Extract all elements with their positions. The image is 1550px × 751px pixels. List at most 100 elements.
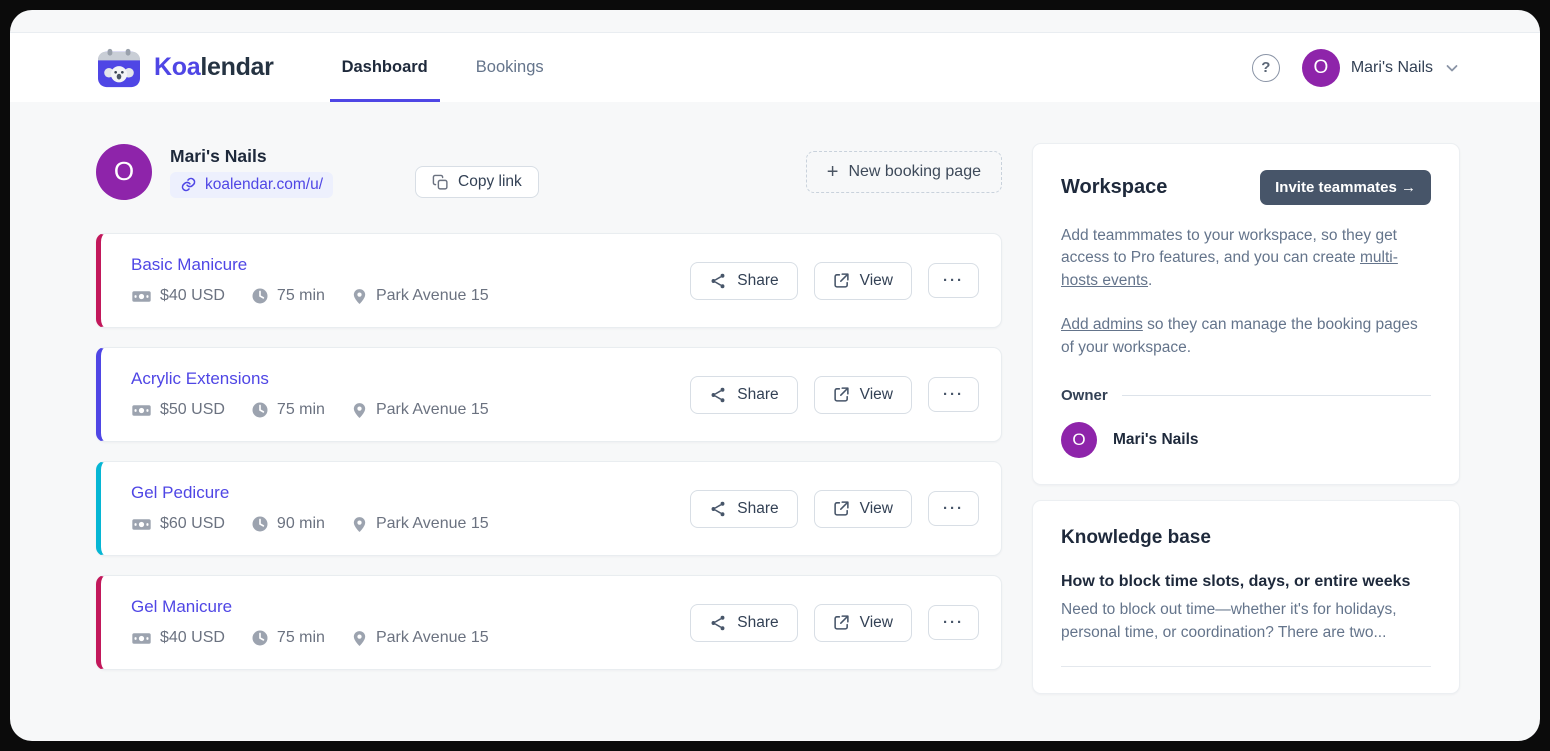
booking-page-meta: $40 USD 75 min Park Avenue 15 bbox=[131, 286, 489, 307]
workspace-name: Mari's Nails bbox=[170, 146, 333, 167]
booking-page-actions: Share View ··· bbox=[690, 604, 979, 642]
koala-calendar-icon bbox=[96, 47, 142, 89]
booking-pages-column: O Mari's Nails koalendar.com/u/ bbox=[96, 143, 1002, 689]
external-link-icon bbox=[833, 386, 850, 403]
view-button[interactable]: View bbox=[814, 490, 912, 528]
external-link-icon bbox=[833, 500, 850, 517]
booking-page-info: Gel Pedicure $60 USD 90 min Park Avenue … bbox=[131, 483, 489, 535]
topbar-right: ? O Mari's Nails bbox=[1252, 33, 1460, 102]
account-avatar: O bbox=[1302, 49, 1340, 87]
location-item: Park Avenue 15 bbox=[351, 629, 489, 648]
location-item: Park Avenue 15 bbox=[351, 515, 489, 534]
booking-page-title[interactable]: Basic Manicure bbox=[131, 255, 247, 275]
share-icon bbox=[709, 614, 727, 632]
booking-page-title[interactable]: Gel Manicure bbox=[131, 597, 232, 617]
more-options-button[interactable]: ··· bbox=[928, 263, 979, 298]
duration-item: 75 min bbox=[251, 629, 325, 647]
price-item: $50 USD bbox=[131, 400, 225, 421]
location-item: Park Avenue 15 bbox=[351, 401, 489, 420]
owner-avatar: O bbox=[1061, 422, 1097, 458]
kb-article-divider bbox=[1061, 666, 1431, 667]
owner-item: O Mari's Nails bbox=[1061, 422, 1431, 458]
booking-page-info: Basic Manicure $40 USD 75 min Park Avenu… bbox=[131, 255, 489, 307]
new-booking-page-button[interactable]: + New booking page bbox=[806, 151, 1002, 193]
owner-label: Owner bbox=[1061, 387, 1108, 404]
location-pin-icon bbox=[351, 401, 368, 420]
booking-page-card: Gel Manicure $40 USD 75 min Park Avenue … bbox=[96, 575, 1002, 670]
duration-item: 75 min bbox=[251, 287, 325, 305]
share-button[interactable]: Share bbox=[690, 262, 797, 300]
share-icon bbox=[709, 272, 727, 290]
public-booking-link[interactable]: koalendar.com/u/ bbox=[170, 172, 333, 198]
knowledge-base-card: Knowledge base How to block time slots, … bbox=[1032, 500, 1460, 694]
booking-page-card: Basic Manicure $40 USD 75 min Park Avenu… bbox=[96, 233, 1002, 328]
workspace-description-2: Add admins so they can manage the bookin… bbox=[1061, 314, 1431, 359]
money-icon bbox=[131, 628, 152, 649]
add-admins-link[interactable]: Add admins bbox=[1061, 316, 1143, 333]
more-options-button[interactable]: ··· bbox=[928, 377, 979, 412]
help-icon[interactable]: ? bbox=[1252, 54, 1280, 82]
clock-icon bbox=[251, 629, 269, 647]
booking-page-card: Acrylic Extensions $50 USD 75 min Park A… bbox=[96, 347, 1002, 442]
knowledge-base-title: Knowledge base bbox=[1061, 527, 1431, 549]
external-link-icon bbox=[833, 614, 850, 631]
main-content: O Mari's Nails koalendar.com/u/ bbox=[10, 102, 1540, 694]
location-item: Park Avenue 15 bbox=[351, 287, 489, 306]
invite-teammates-button[interactable]: Invite teammates → bbox=[1260, 170, 1431, 205]
duration-item: 90 min bbox=[251, 515, 325, 533]
chevron-down-icon bbox=[1444, 60, 1460, 76]
share-button[interactable]: Share bbox=[690, 376, 797, 414]
account-menu[interactable]: O Mari's Nails bbox=[1302, 49, 1460, 87]
top-navigation-bar: Koalendar Dashboard Bookings ? O Mari's … bbox=[10, 32, 1540, 102]
money-icon bbox=[131, 514, 152, 535]
workspace-description-1: Add teammmates to your workspace, so the… bbox=[1061, 225, 1431, 292]
price-item: $40 USD bbox=[131, 286, 225, 307]
ellipsis-icon: ··· bbox=[943, 615, 964, 630]
clock-icon bbox=[251, 515, 269, 533]
view-button[interactable]: View bbox=[814, 376, 912, 414]
workspace-info: Mari's Nails koalendar.com/u/ bbox=[170, 146, 333, 198]
public-booking-link-text: koalendar.com/u/ bbox=[205, 176, 323, 194]
ellipsis-icon: ··· bbox=[943, 273, 964, 288]
price-item: $40 USD bbox=[131, 628, 225, 649]
booking-page-meta: $60 USD 90 min Park Avenue 15 bbox=[131, 514, 489, 535]
sidebar: Workspace Invite teammates → Add teammma… bbox=[1032, 143, 1460, 694]
money-icon bbox=[131, 400, 152, 421]
kb-article-preview: Need to block out time—whether it's for … bbox=[1061, 599, 1431, 644]
price-item: $60 USD bbox=[131, 514, 225, 535]
share-icon bbox=[709, 500, 727, 518]
account-name: Mari's Nails bbox=[1351, 59, 1433, 77]
booking-page-info: Acrylic Extensions $50 USD 75 min Park A… bbox=[131, 369, 489, 421]
koalendar-logo[interactable]: Koalendar bbox=[96, 33, 274, 102]
workspace-card: Workspace Invite teammates → Add teammma… bbox=[1032, 143, 1460, 485]
workspace-avatar: O bbox=[96, 144, 152, 200]
view-button[interactable]: View bbox=[814, 262, 912, 300]
booking-page-actions: Share View ··· bbox=[690, 376, 979, 414]
tab-dashboard[interactable]: Dashboard bbox=[342, 33, 428, 102]
clock-icon bbox=[251, 287, 269, 305]
share-button[interactable]: Share bbox=[690, 490, 797, 528]
owner-section-header: Owner bbox=[1061, 387, 1431, 404]
booking-page-title[interactable]: Acrylic Extensions bbox=[131, 369, 269, 389]
clock-icon bbox=[251, 401, 269, 419]
external-link-icon bbox=[833, 272, 850, 289]
primary-nav: Dashboard Bookings bbox=[342, 33, 544, 102]
workspace-card-header: Workspace Invite teammates → bbox=[1061, 170, 1431, 205]
copy-link-button[interactable]: Copy link bbox=[415, 166, 539, 198]
duration-item: 75 min bbox=[251, 401, 325, 419]
tab-bookings[interactable]: Bookings bbox=[476, 33, 544, 102]
booking-page-title[interactable]: Gel Pedicure bbox=[131, 483, 229, 503]
share-button[interactable]: Share bbox=[690, 604, 797, 642]
more-options-button[interactable]: ··· bbox=[928, 491, 979, 526]
location-pin-icon bbox=[351, 287, 368, 306]
booking-page-actions: Share View ··· bbox=[690, 262, 979, 300]
view-button[interactable]: View bbox=[814, 604, 912, 642]
link-icon bbox=[180, 176, 197, 193]
ellipsis-icon: ··· bbox=[943, 387, 964, 402]
booking-page-meta: $40 USD 75 min Park Avenue 15 bbox=[131, 628, 489, 649]
workspace-summary-row: O Mari's Nails koalendar.com/u/ bbox=[96, 143, 1002, 200]
copy-icon bbox=[432, 174, 449, 191]
booking-page-card: Gel Pedicure $60 USD 90 min Park Avenue … bbox=[96, 461, 1002, 556]
more-options-button[interactable]: ··· bbox=[928, 605, 979, 640]
kb-article-title[interactable]: How to block time slots, days, or entire… bbox=[1061, 573, 1431, 591]
